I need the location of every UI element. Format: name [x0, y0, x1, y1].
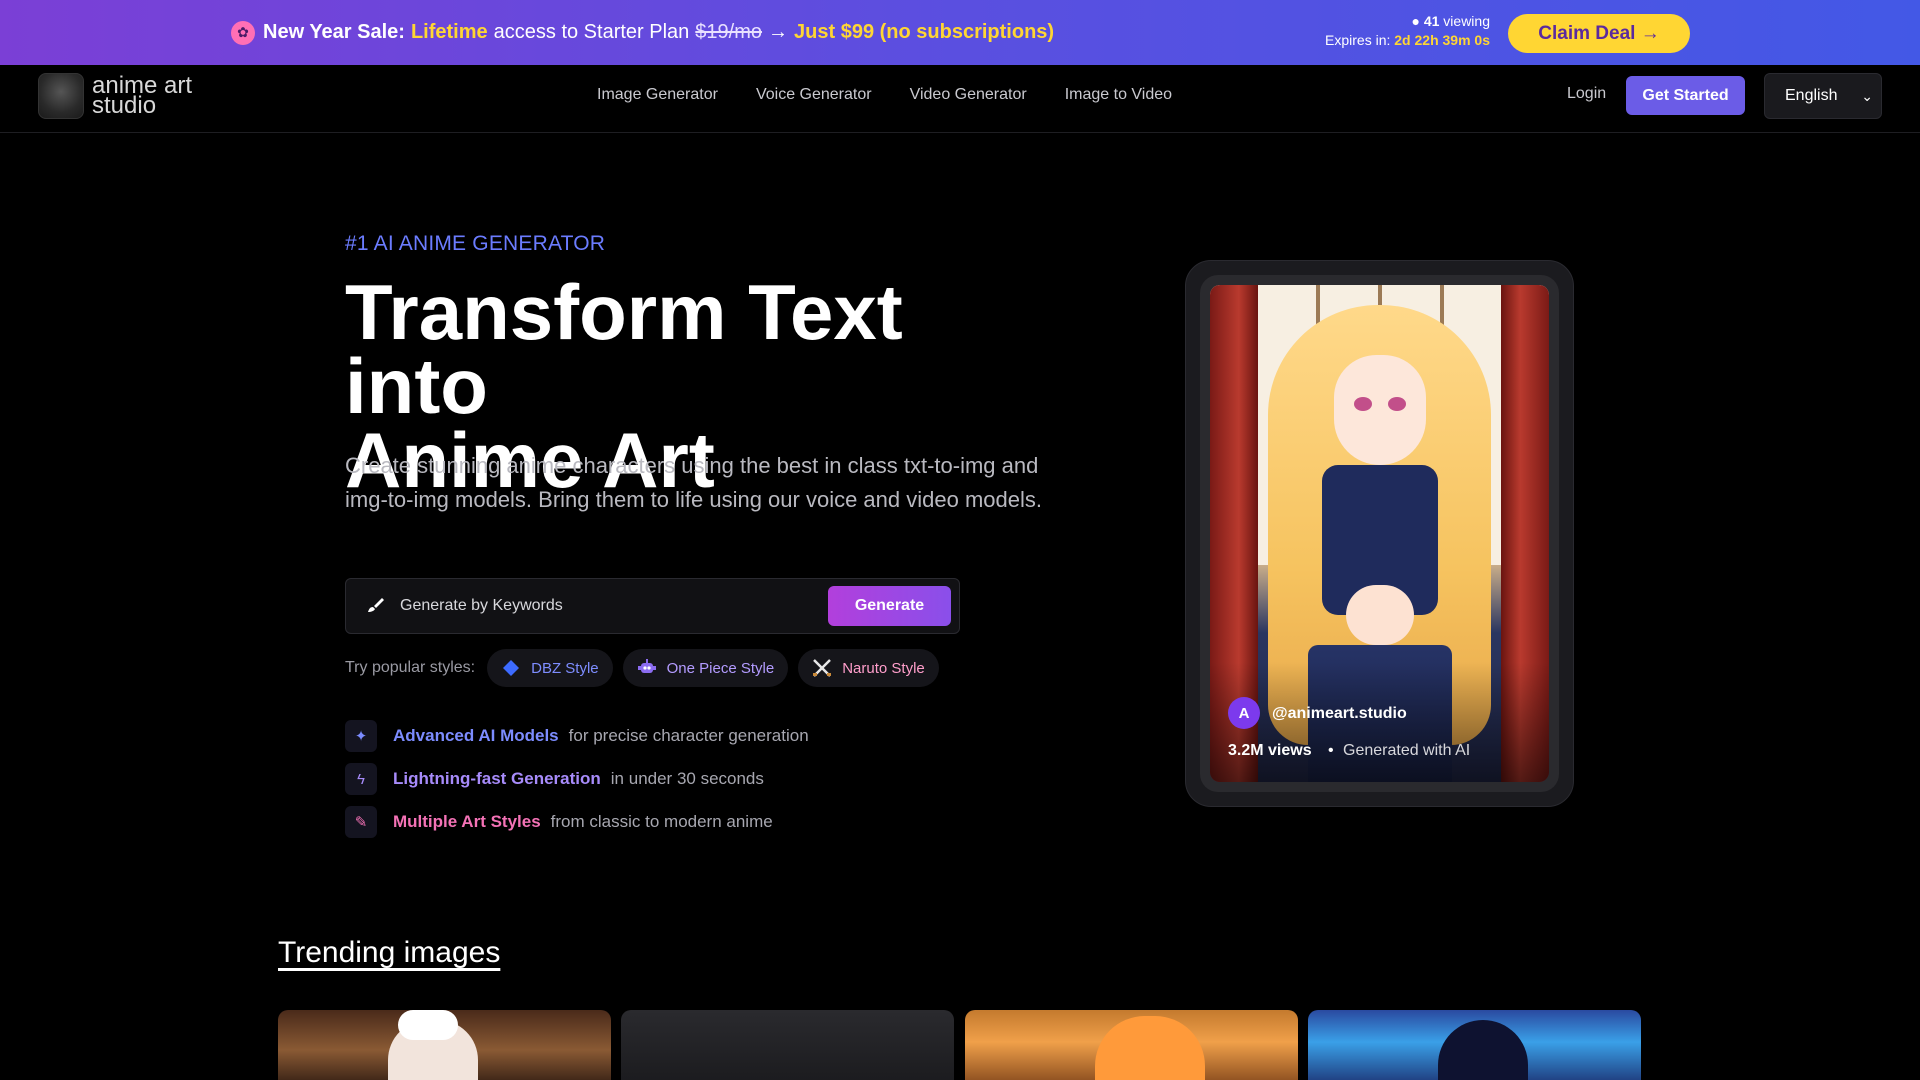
trending-thumbnail[interactable]	[278, 1010, 611, 1080]
nav-links: Image Generator Voice Generator Video Ge…	[597, 65, 1210, 125]
lightning-icon: ϟ	[345, 763, 377, 795]
trending-thumbnail[interactable]	[965, 1010, 1298, 1080]
view-count: 3.2M views	[1228, 742, 1312, 759]
trending-thumbnail[interactable]	[621, 1010, 954, 1080]
generated-with-ai: Generated with AI	[1343, 742, 1471, 759]
keywords-input[interactable]: Generate by Keywords	[400, 579, 563, 633]
diamond-icon	[501, 658, 521, 678]
logo-text: anime art studio	[92, 72, 193, 119]
promo-stats: ● 41 viewing Expires in: 2d 22h 39m 0s	[1325, 12, 1490, 50]
get-started-button[interactable]: Get Started	[1626, 76, 1745, 115]
trending-thumbnail[interactable]	[1308, 1010, 1641, 1080]
nav-voice-generator[interactable]: Voice Generator	[756, 86, 872, 104]
logo-image	[38, 73, 84, 119]
hero-description: Create stunning anime characters using t…	[345, 453, 1042, 512]
hero-eyebrow: #1 AI ANIME GENERATOR	[345, 232, 606, 255]
promo-label: New Year Sale:	[263, 21, 405, 43]
phone-screen: A @animeart.studio 3.2M views • Generate…	[1200, 275, 1559, 792]
feature-lightning-fast: ϟ Lightning-fast Generation in under 30 …	[345, 763, 764, 795]
trending-title[interactable]: Trending images	[278, 936, 500, 970]
promo-old-price: $19/mo	[695, 21, 763, 43]
promo-mid-text: access to Starter Plan	[493, 21, 690, 43]
promo-arrow: →	[768, 21, 789, 43]
promo-new-price: Just $99 (no subscriptions)	[794, 21, 1055, 43]
showcase-image[interactable]: A @animeart.studio 3.2M views • Generate…	[1210, 285, 1549, 782]
popular-styles: Try popular styles: DBZ Style One Piece …	[345, 649, 949, 687]
claim-deal-button[interactable]: Claim Deal →	[1508, 14, 1690, 53]
language-value: English	[1785, 87, 1838, 104]
sparkles-icon: ✦	[345, 720, 377, 752]
promo-message: ✿ New Year Sale: Lifetime access to Star…	[231, 0, 1054, 65]
generate-bar: Generate by Keywords Generate	[345, 578, 960, 634]
login-link[interactable]: Login	[1567, 85, 1606, 103]
nav-image-generator[interactable]: Image Generator	[597, 86, 718, 104]
promo-banner: ✿ New Year Sale: Lifetime access to Star…	[0, 0, 1920, 65]
crossed-swords-icon	[812, 658, 832, 678]
styles-label: Try popular styles:	[345, 659, 476, 676]
top-navbar: anime art studio Image Generator Voice G…	[0, 65, 1920, 133]
flower-icon: ✿	[231, 20, 255, 45]
chevron-down-icon: ⌄	[1861, 88, 1873, 104]
feature-advanced-ai: ✦ Advanced AI Models for precise charact…	[345, 720, 809, 752]
author-handle[interactable]: @animeart.studio	[1272, 705, 1407, 723]
generate-button[interactable]: Generate	[828, 586, 951, 626]
brush-icon: ✎	[345, 806, 377, 838]
viewing-count: ● 41 viewing	[1411, 13, 1490, 29]
feature-multiple-styles: ✎ Multiple Art Styles from classic to mo…	[345, 806, 773, 838]
nav-video-generator[interactable]: Video Generator	[910, 86, 1027, 104]
author-avatar: A	[1228, 697, 1260, 729]
style-chip-dbz[interactable]: DBZ Style	[487, 649, 613, 687]
brush-icon	[366, 596, 386, 616]
robot-icon	[637, 658, 657, 678]
style-chip-one-piece[interactable]: One Piece Style	[622, 649, 789, 687]
showcase-phone: A @animeart.studio 3.2M views • Generate…	[1185, 260, 1574, 807]
separator-dot: •	[1328, 742, 1334, 759]
promo-lifetime: Lifetime	[410, 21, 488, 43]
style-chip-naruto[interactable]: Naruto Style	[798, 649, 939, 687]
logo[interactable]: anime art studio	[38, 73, 192, 119]
expires-countdown: Expires in: 2d 22h 39m 0s	[1325, 32, 1490, 48]
nav-image-to-video[interactable]: Image to Video	[1065, 86, 1172, 104]
language-select[interactable]: English ⌄	[1764, 73, 1882, 119]
